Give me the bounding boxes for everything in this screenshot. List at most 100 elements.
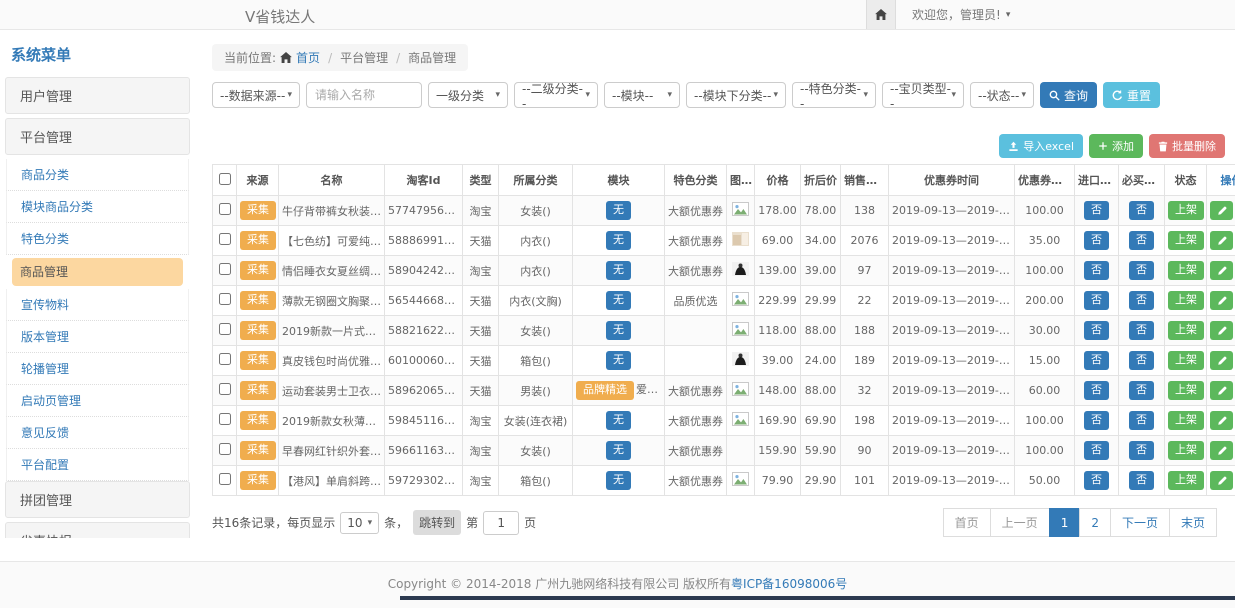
import-select-toggle[interactable]: 否 [1084, 351, 1109, 369]
edit-button[interactable] [1210, 261, 1233, 280]
row-checkbox[interactable] [219, 233, 231, 245]
must-buy-toggle[interactable]: 否 [1129, 291, 1154, 309]
jump-button[interactable]: 跳转到 [413, 510, 461, 535]
page-button-next[interactable]: 下一页 [1110, 508, 1170, 537]
sidebar-item-goods-category[interactable]: 商品分类 [6, 159, 189, 191]
edit-button[interactable] [1210, 231, 1233, 250]
status-button[interactable]: 上架 [1168, 321, 1204, 339]
status-button[interactable]: 上架 [1168, 441, 1204, 459]
must-buy-toggle[interactable]: 否 [1129, 231, 1154, 249]
sidebar-item-feedback[interactable]: 意见反馈 [6, 417, 189, 449]
must-buy-toggle[interactable]: 否 [1129, 261, 1154, 279]
filter-item-type[interactable]: --宝贝类型--▾ [882, 82, 964, 108]
status-button[interactable]: 上架 [1168, 411, 1204, 429]
batch-delete-button[interactable]: 批量删除 [1149, 134, 1225, 158]
import-select-toggle[interactable]: 否 [1084, 291, 1109, 309]
status-button[interactable]: 上架 [1168, 351, 1204, 369]
sidebar-item-platform-config[interactable]: 平台配置 [6, 449, 189, 481]
sidebar-item-promo-materials[interactable]: 宣传物料 [6, 289, 189, 321]
import-select-toggle[interactable]: 否 [1084, 411, 1109, 429]
breadcrumb-home-link[interactable]: 首页 [296, 49, 320, 66]
status-button[interactable]: 上架 [1168, 261, 1204, 279]
edit-button[interactable] [1210, 411, 1233, 430]
filter-status[interactable]: --状态--▾ [970, 82, 1034, 108]
page-button-first[interactable]: 首页 [943, 508, 991, 537]
import-select-toggle[interactable]: 否 [1084, 231, 1109, 249]
column-header-must-buy: 必买清单 [1119, 165, 1165, 196]
import-select-toggle[interactable]: 否 [1084, 321, 1109, 339]
page-button-1[interactable]: 1 [1049, 508, 1081, 537]
filter-module[interactable]: --模块--▾ [604, 82, 680, 108]
row-checkbox[interactable] [219, 383, 231, 395]
search-button[interactable]: 查询 [1040, 82, 1097, 108]
chevron-down-icon: ▾ [585, 90, 590, 100]
status-button[interactable]: 上架 [1168, 201, 1204, 219]
must-buy-toggle[interactable]: 否 [1129, 411, 1154, 429]
row-checkbox[interactable] [219, 203, 231, 215]
row-checkbox[interactable] [219, 323, 231, 335]
filter-module-subcategory[interactable]: --模块下分类--▾ [686, 82, 786, 108]
status-button[interactable]: 上架 [1168, 231, 1204, 249]
jump-page-input[interactable] [483, 511, 519, 535]
reset-button[interactable]: 重置 [1103, 82, 1160, 108]
sidebar-item-splash-management[interactable]: 启动页管理 [6, 385, 189, 417]
must-buy-toggle[interactable]: 否 [1129, 441, 1154, 459]
coupon-amount: 35.00 [1015, 226, 1075, 256]
status-button[interactable]: 上架 [1168, 471, 1204, 489]
row-checkbox[interactable] [219, 443, 231, 455]
ops-cell [1207, 196, 1235, 226]
edit-button[interactable] [1210, 201, 1233, 220]
filter-level1-category[interactable]: 一级分类▾ [428, 82, 508, 108]
name-search-input[interactable] [306, 82, 422, 108]
sidebar-item-saving-news[interactable]: 省惠快报 [5, 522, 190, 538]
import-select-toggle[interactable]: 否 [1084, 381, 1109, 399]
must-buy-toggle[interactable]: 否 [1129, 381, 1154, 399]
import-select-toggle[interactable]: 否 [1084, 201, 1109, 219]
edit-button[interactable] [1210, 351, 1233, 370]
sales-count: 2076 [841, 226, 889, 256]
edit-button[interactable] [1210, 291, 1233, 310]
filter-level2-category[interactable]: --二级分类--▾ [514, 82, 598, 108]
sidebar-item-user-management[interactable]: 用户管理 [5, 77, 190, 114]
status-button[interactable]: 上架 [1168, 291, 1204, 309]
page-button-last[interactable]: 末页 [1169, 508, 1217, 537]
filter-data-source[interactable]: --数据来源--▾ [212, 82, 300, 108]
import-select-toggle[interactable]: 否 [1084, 471, 1109, 489]
status-button[interactable]: 上架 [1168, 381, 1204, 399]
must-buy-toggle[interactable]: 否 [1129, 351, 1154, 369]
must-buy-toggle[interactable]: 否 [1129, 201, 1154, 219]
row-checkbox[interactable] [219, 473, 231, 485]
sidebar-item-feature-category[interactable]: 特色分类 [6, 223, 189, 255]
taoke-id: 598451162391 [385, 406, 463, 436]
edit-button[interactable] [1210, 381, 1233, 400]
must-buy-toggle[interactable]: 否 [1129, 471, 1154, 489]
type: 淘宝 [463, 436, 499, 466]
page-size-select[interactable]: 10 ▾ [340, 512, 379, 534]
sidebar-item-platform-management[interactable]: 平台管理 [5, 118, 190, 155]
import-select-toggle[interactable]: 否 [1084, 261, 1109, 279]
row-checkbox[interactable] [219, 263, 231, 275]
edit-button[interactable] [1210, 321, 1233, 340]
page-button-2[interactable]: 2 [1079, 508, 1111, 537]
import-select-toggle[interactable]: 否 [1084, 441, 1109, 459]
row-checkbox[interactable] [219, 413, 231, 425]
edit-button[interactable] [1210, 441, 1233, 460]
row-checkbox[interactable] [219, 353, 231, 365]
sidebar-item-module-goods-category[interactable]: 模块商品分类 [6, 191, 189, 223]
import-excel-button[interactable]: 导入excel [999, 134, 1083, 158]
add-button[interactable]: 添加 [1089, 134, 1143, 158]
edit-button[interactable] [1210, 471, 1233, 490]
sidebar-item-goods-management[interactable]: 商品管理 [12, 258, 183, 286]
filter-feature-category[interactable]: --特色分类--▾ [792, 82, 876, 108]
home-button[interactable] [866, 0, 896, 29]
must-buy-toggle[interactable]: 否 [1129, 321, 1154, 339]
page-button-prev[interactable]: 上一页 [990, 508, 1050, 537]
sidebar-item-carousel-management[interactable]: 轮播管理 [6, 353, 189, 385]
user-menu[interactable]: 欢迎您，管理员! ▾ [912, 6, 1010, 23]
feature-category: 大额优惠券 [665, 466, 727, 496]
sidebar-item-version-management[interactable]: 版本管理 [6, 321, 189, 353]
select-all-checkbox[interactable] [219, 173, 231, 185]
sidebar-item-groupbuy-management[interactable]: 拼团管理 [5, 481, 190, 518]
row-checkbox[interactable] [219, 293, 231, 305]
icp-link[interactable]: 粤ICP备16098006号 [731, 577, 847, 591]
